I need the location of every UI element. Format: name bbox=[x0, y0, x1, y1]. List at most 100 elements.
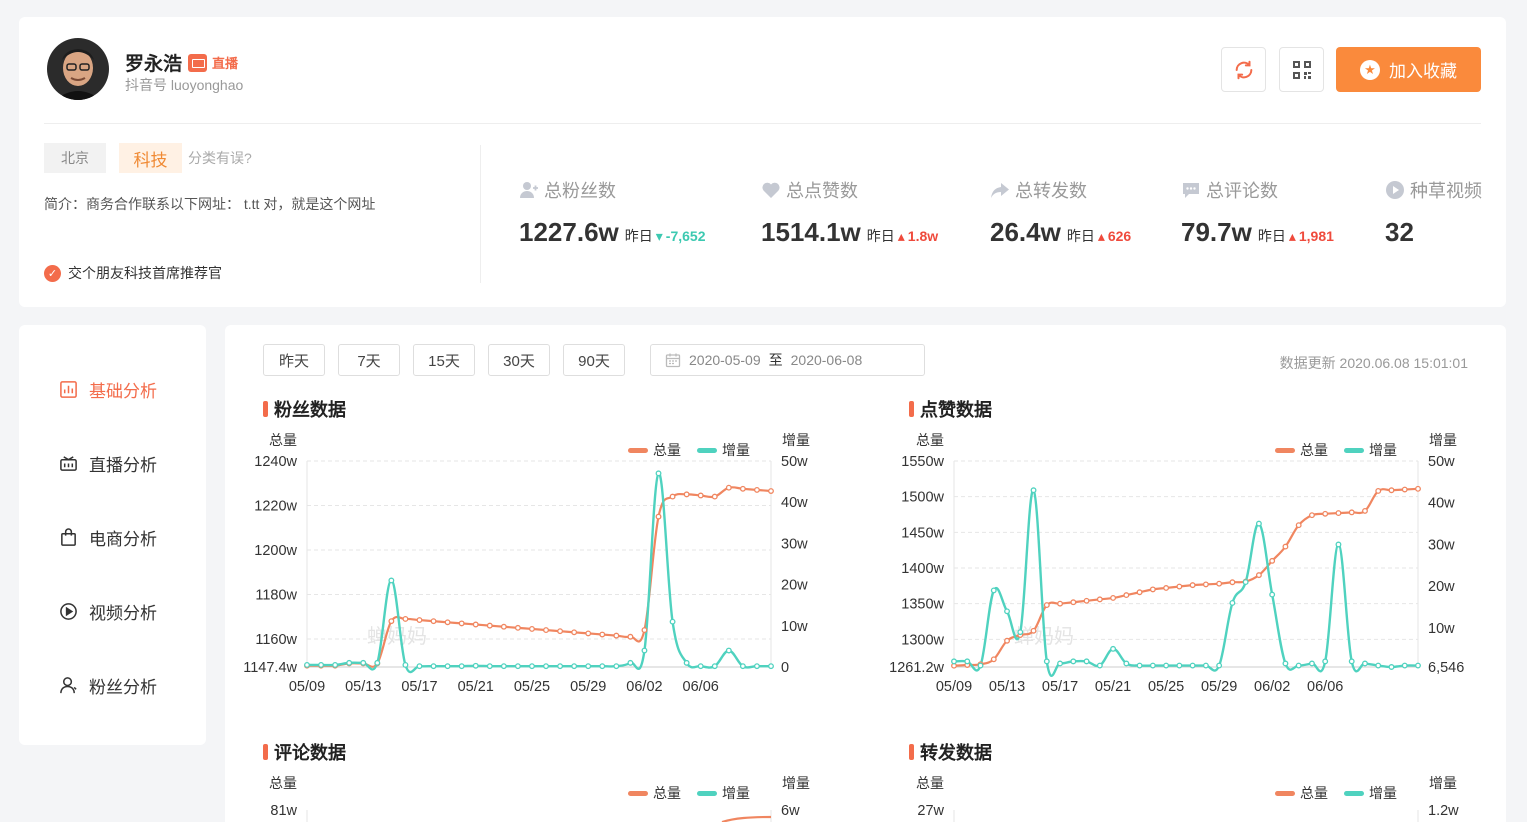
series-incr-point bbox=[318, 661, 325, 668]
series-incr-point bbox=[1348, 658, 1355, 665]
series-incr-point bbox=[753, 663, 760, 670]
legend-total-label: 总量 bbox=[653, 785, 681, 801]
series-incr-point bbox=[1136, 662, 1143, 669]
series-total-point bbox=[472, 621, 479, 628]
series-incr-point bbox=[304, 661, 310, 668]
series-total-line bbox=[721, 815, 772, 822]
series-incr-point bbox=[768, 663, 774, 670]
series-incr-point bbox=[1096, 662, 1103, 669]
series-incr-point bbox=[1030, 487, 1037, 494]
right-tick-label: 40w bbox=[781, 495, 808, 511]
left-tick-label: 1240w bbox=[254, 454, 297, 470]
left-axis-title: 总量 bbox=[269, 432, 297, 448]
left-axis-title: 总量 bbox=[916, 432, 944, 448]
series-total-point bbox=[1176, 583, 1183, 590]
x-tick-label: 05/13 bbox=[345, 679, 381, 695]
series-incr-point bbox=[1229, 599, 1236, 606]
series-incr-point bbox=[711, 663, 718, 670]
series-total-point bbox=[416, 617, 423, 624]
legend-incr-label: 增量 bbox=[1369, 785, 1397, 801]
x-tick-label: 05/09 bbox=[936, 679, 972, 695]
series-total-point bbox=[514, 624, 521, 631]
series-total-point bbox=[1202, 581, 1209, 588]
series-total-point bbox=[1322, 510, 1329, 517]
right-axis-title: 增量 bbox=[782, 775, 810, 791]
x-tick-label: 06/02 bbox=[1254, 679, 1290, 695]
legend-total-swatch bbox=[1275, 448, 1295, 453]
x-tick-label: 05/09 bbox=[289, 679, 325, 695]
chart-title: 转发数据 bbox=[920, 742, 992, 763]
right-tick-label: 50w bbox=[1428, 454, 1455, 470]
legend-total-label: 总量 bbox=[1300, 442, 1328, 458]
series-incr-point bbox=[1110, 645, 1117, 652]
series-incr-point bbox=[332, 661, 339, 668]
right-tick-label: 50w bbox=[781, 454, 808, 470]
series-total-point bbox=[1362, 507, 1368, 514]
series-total-point bbox=[1136, 589, 1143, 596]
series-incr-point bbox=[500, 663, 507, 670]
series-total-point bbox=[1110, 595, 1117, 601]
series-total-point bbox=[1189, 582, 1196, 589]
chart-title: 粉丝数据 bbox=[274, 399, 346, 420]
series-incr-point bbox=[388, 577, 395, 584]
series-incr-point bbox=[1070, 658, 1077, 665]
series-total-point bbox=[430, 618, 437, 625]
legend-incr-swatch bbox=[697, 448, 717, 453]
series-total-point bbox=[1004, 637, 1010, 644]
series-total-point bbox=[1269, 557, 1276, 564]
series-incr-point bbox=[613, 663, 620, 670]
series-total-point bbox=[1308, 512, 1315, 519]
series-incr-point bbox=[1202, 662, 1209, 669]
right-tick-label: 1.2w bbox=[1428, 803, 1459, 819]
left-tick-label: 1180w bbox=[255, 587, 297, 603]
x-tick-label: 05/21 bbox=[1095, 679, 1131, 695]
series-total-point bbox=[1348, 509, 1355, 516]
right-tick-label: 10w bbox=[1428, 621, 1455, 637]
left-tick-label: 1450w bbox=[901, 525, 944, 541]
series-incr-point bbox=[1401, 662, 1408, 669]
left-axis-title: 总量 bbox=[269, 775, 297, 791]
left-tick-label: 1200w bbox=[254, 543, 297, 559]
series-total-point bbox=[1083, 597, 1090, 604]
x-tick-label: 05/25 bbox=[1148, 679, 1184, 695]
left-tick-label: 27w bbox=[917, 803, 944, 819]
series-incr-point bbox=[571, 663, 578, 670]
series-incr-point bbox=[402, 661, 409, 668]
x-tick-label: 05/17 bbox=[401, 679, 437, 695]
series-incr-point bbox=[1322, 658, 1329, 665]
series-total-point bbox=[683, 491, 690, 498]
x-tick-label: 05/13 bbox=[989, 679, 1025, 695]
left-tick-label: 1500w bbox=[901, 490, 944, 506]
legend-incr-label: 增量 bbox=[722, 785, 750, 801]
series-total-point bbox=[543, 627, 549, 634]
series-incr-point bbox=[1282, 660, 1289, 667]
series-total-point bbox=[697, 492, 704, 499]
series-total-point bbox=[557, 628, 564, 635]
series-total-point bbox=[1401, 486, 1408, 493]
legend-total-label: 总量 bbox=[1300, 785, 1328, 801]
series-total-point bbox=[1295, 522, 1302, 529]
left-tick-label: 81w bbox=[270, 803, 297, 819]
series-total-point bbox=[613, 632, 620, 639]
series-incr-point bbox=[514, 663, 521, 670]
series-incr-point bbox=[1375, 662, 1382, 669]
left-tick-label: 1550w bbox=[901, 454, 944, 470]
series-incr-point bbox=[486, 663, 493, 670]
series-total-point bbox=[1375, 488, 1382, 494]
series-incr-point bbox=[1149, 662, 1156, 669]
series-incr-point bbox=[1043, 658, 1050, 665]
series-total-point bbox=[571, 629, 578, 636]
series-incr-point bbox=[655, 470, 662, 477]
series-incr-point bbox=[683, 659, 690, 666]
series-total-point bbox=[641, 627, 648, 634]
series-incr-point bbox=[1057, 660, 1064, 667]
series-total-point bbox=[599, 631, 606, 638]
legend-total-label: 总量 bbox=[653, 442, 681, 458]
series-total-point bbox=[1057, 600, 1064, 607]
series-total-point bbox=[1335, 510, 1342, 517]
right-tick-label: 30w bbox=[1428, 537, 1455, 553]
series-total-point bbox=[753, 486, 760, 493]
chart-title-marker bbox=[263, 744, 268, 760]
chart-title-marker bbox=[263, 401, 268, 417]
right-tick-label: 6,546 bbox=[1428, 660, 1464, 676]
